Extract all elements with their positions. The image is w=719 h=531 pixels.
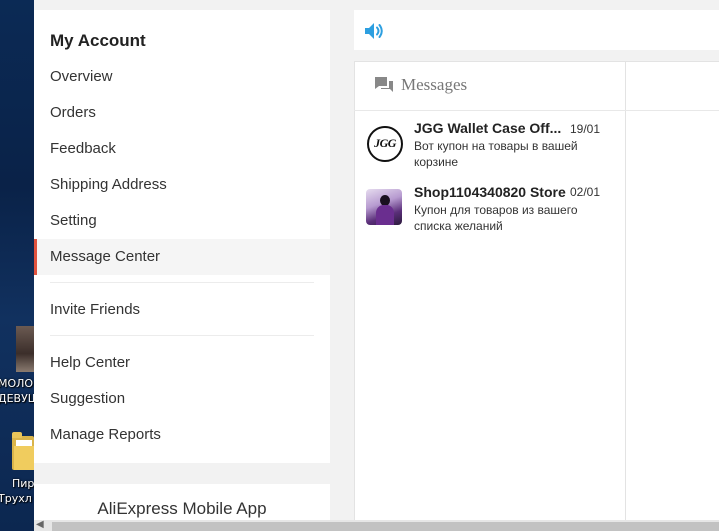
sidebar-item-orders[interactable]: Orders — [34, 95, 330, 131]
sidebar-divider — [50, 282, 314, 283]
sidebar-item-shipping-address[interactable]: Shipping Address — [34, 167, 330, 203]
sidebar-item-feedback[interactable]: Feedback — [34, 131, 330, 167]
messages-heading: Messages — [401, 75, 468, 94]
speaker-icon[interactable] — [362, 19, 386, 43]
desktop-background: МОЛО ДЕВУЩ Пир Трухл — [0, 0, 34, 531]
conversation-date: 19/01 — [570, 122, 601, 136]
desktop-folder-label: Пир — [12, 477, 34, 490]
desktop-shortcut-label: ДЕВУЩ — [0, 392, 34, 405]
folder-icon[interactable] — [12, 432, 34, 472]
mobile-app-title[interactable]: AliExpress Mobile App — [34, 499, 330, 519]
chat-bubbles-icon — [375, 77, 393, 92]
sidebar-item-help-center[interactable]: Help Center — [34, 345, 330, 381]
sidebar-item-message-center[interactable]: Message Center — [34, 239, 330, 275]
scroll-left-arrow-icon[interactable]: ◀ — [36, 519, 44, 530]
sidebar-item-overview[interactable]: Overview — [34, 59, 330, 95]
avatar: JGG — [367, 126, 403, 162]
conversation-name: Shop1104340820 Store — [414, 184, 566, 200]
conversation-name: JGG Wallet Case Off... — [414, 120, 562, 136]
sidebar-title: My Account — [50, 31, 146, 50]
desktop-shortcut-icon[interactable] — [16, 326, 34, 372]
avatar — [366, 189, 402, 225]
sidebar-item-suggestion[interactable]: Suggestion — [34, 381, 330, 417]
conversation-date: 02/01 — [570, 185, 601, 199]
desktop-shortcut-label: МОЛО — [0, 377, 34, 390]
sidebar-item-invite-friends[interactable]: Invite Friends — [34, 292, 330, 328]
messages-header-divider — [354, 110, 719, 111]
sidebar-item-manage-reports[interactable]: Manage Reports — [34, 417, 330, 453]
sidebar-item-setting[interactable]: Setting — [34, 203, 330, 239]
notice-bar — [354, 10, 719, 50]
scrollbar-thumb[interactable] — [52, 522, 719, 531]
desktop-folder-label: Трухл — [0, 492, 32, 505]
sidebar-divider — [50, 335, 314, 336]
avatar-logo-text: JGG — [374, 136, 396, 150]
conversation-preview: Купон для товаров из вашего списка желан… — [414, 203, 578, 233]
conversation-preview: Вот купон на товары в вашей корзине — [414, 139, 578, 169]
